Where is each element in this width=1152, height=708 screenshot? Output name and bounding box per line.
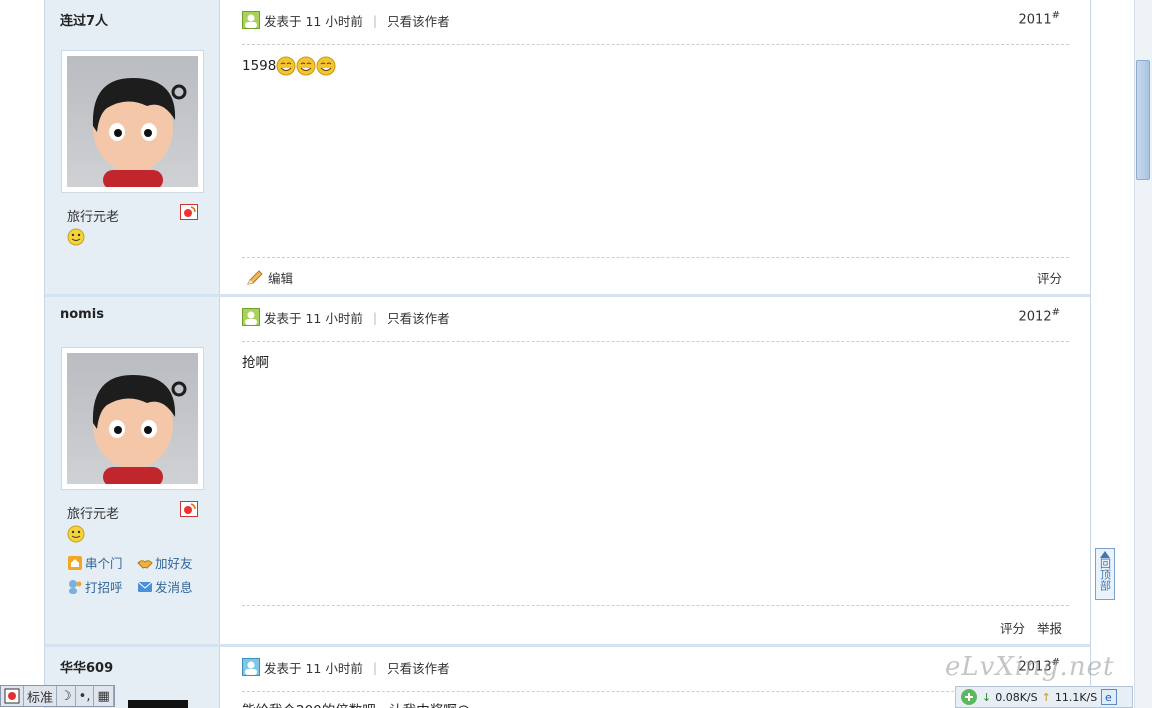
watermark: eLvXing.net (945, 652, 1115, 682)
message-icon (137, 581, 153, 592)
send-message-link[interactable]: 发消息 (137, 577, 193, 596)
laugh-emoji-icon (296, 56, 316, 76)
divider (242, 44, 1069, 45)
author-only-link[interactable]: 只看该作者 (387, 658, 450, 677)
visit-home-link[interactable]: 串个门 (67, 553, 123, 572)
author-only-link[interactable]: 只看该作者 (387, 308, 450, 327)
upload-arrow-icon: ↑ (1041, 690, 1051, 704)
forum-thread: 连过7人 旅行元老 发表于 11 小时前 | 只看该作者 2011# 1598 … (44, 0, 1091, 708)
post-content: 能给我个200的倍数吧，让我中奖啊@... (242, 699, 483, 708)
divider (242, 341, 1069, 342)
divider (242, 691, 1069, 692)
download-arrow-icon: ↓ (982, 690, 992, 704)
report-button[interactable]: 举报 (1037, 618, 1062, 637)
post-text: 1598 (242, 58, 277, 74)
rate-button[interactable]: 评分 (1000, 618, 1025, 637)
author-only-link[interactable]: 只看该作者 (387, 11, 450, 30)
post-text: 能给我个200的倍数吧，让我中奖啊@... (242, 699, 483, 708)
ime-logo-icon[interactable] (1, 686, 24, 706)
user-status-icon (242, 11, 260, 29)
poke-icon (69, 579, 82, 594)
upload-speed: 11.1K/S (1054, 690, 1098, 704)
scrollbar-thumb[interactable] (1136, 60, 1150, 180)
rate-button[interactable]: 评分 (1037, 268, 1062, 287)
meta-separator: | (372, 309, 378, 325)
post-meta: 发表于 11 小时前 | 只看该作者 (242, 307, 450, 327)
vertical-scrollbar[interactable] (1134, 0, 1152, 708)
post-2011: 连过7人 旅行元老 发表于 11 小时前 | 只看该作者 2011# 1598 … (45, 0, 1090, 295)
avatar-image (92, 375, 187, 484)
user-rank: 旅行元老 (67, 507, 120, 522)
home-icon (68, 555, 82, 570)
arrow-up-icon (1100, 551, 1110, 558)
floor-number[interactable]: 2011# (1019, 10, 1060, 27)
meta-separator: | (372, 12, 378, 28)
back-to-top-button[interactable]: 回顶部 (1095, 548, 1115, 600)
avatar[interactable] (61, 50, 204, 193)
security-icon (961, 689, 977, 705)
poke-link[interactable]: 打招呼 (67, 577, 123, 596)
network-tray[interactable]: ↓ 0.08K/S ↑ 11.1K/S e (955, 686, 1133, 708)
author-name[interactable]: 连过7人 (60, 10, 108, 29)
floor-number[interactable]: 2012# (1019, 307, 1060, 324)
post-main: 发表于 11 小时前 | 只看该作者 2012# 抢啊 评分 举报 (221, 297, 1090, 646)
user-status-icon (242, 308, 260, 326)
keyboard-icon[interactable]: ▦ (94, 686, 114, 706)
download-speed: 0.08K/S (995, 690, 1038, 704)
post-main: 发表于 11 小时前 | 只看该作者 2011# 1598 编辑 评分 (221, 0, 1090, 295)
user-rank: 旅行元老 (67, 210, 120, 225)
author-name[interactable]: nomis (60, 307, 104, 322)
author-name[interactable]: 华华609 (60, 657, 113, 676)
post-time: 发表于 11 小时前 (264, 310, 363, 326)
rank-badge-icon (180, 204, 198, 220)
browser-icon: e (1101, 689, 1118, 705)
edit-button[interactable]: 编辑 (246, 268, 293, 287)
post-time: 发表于 11 小时前 (264, 13, 363, 29)
post-2012: nomis 旅行元老 串个门 加好友 打招呼 发消息 发表于 11 小时前 | … (45, 294, 1090, 646)
divider (242, 257, 1069, 258)
laugh-emoji-icon (276, 56, 296, 76)
pencil-icon (247, 269, 263, 285)
post-content: 1598 (242, 56, 336, 76)
post-meta: 发表于 11 小时前 | 只看该作者 (242, 10, 450, 30)
user-status-icon (242, 658, 260, 676)
meta-separator: | (372, 659, 378, 675)
post-content: 抢啊 (242, 351, 269, 371)
post-meta: 发表于 11 小时前 | 只看该作者 (242, 657, 450, 677)
add-friend-link[interactable]: 加好友 (137, 553, 193, 572)
avatar[interactable] (61, 347, 204, 490)
handshake-icon (137, 559, 153, 569)
author-sidebar: 连过7人 旅行元老 (45, 0, 220, 295)
post-time: 发表于 11 小时前 (264, 660, 363, 676)
smile-icon (67, 228, 85, 246)
ime-toolbar[interactable]: 标准 ☽ •, ▦ (0, 685, 115, 707)
ime-mode-label[interactable]: 标准 (24, 686, 58, 706)
post-footer-actions: 评分 举报 (1000, 618, 1062, 637)
avatar-image (92, 78, 187, 187)
author-sidebar: nomis 旅行元老 串个门 加好友 打招呼 发消息 (45, 297, 220, 646)
divider (242, 605, 1069, 606)
smile-icon (67, 525, 85, 543)
post-2013: 华华609 发表于 11 小时前 | 只看该作者 2013# 能给我个200的倍… (45, 644, 1090, 708)
browser-page: 连过7人 旅行元老 发表于 11 小时前 | 只看该作者 2011# 1598 … (0, 0, 1152, 708)
taskbar-fragment (128, 700, 188, 708)
rank-badge-icon (180, 501, 198, 517)
laugh-emoji-icon (316, 56, 336, 76)
svg-text:e: e (1105, 691, 1112, 704)
post-text: 抢啊 (242, 355, 269, 371)
moon-icon[interactable]: ☽ (57, 686, 76, 706)
post-footer-actions: 评分 (1037, 268, 1062, 287)
punctuation-icon[interactable]: •, (76, 686, 95, 706)
